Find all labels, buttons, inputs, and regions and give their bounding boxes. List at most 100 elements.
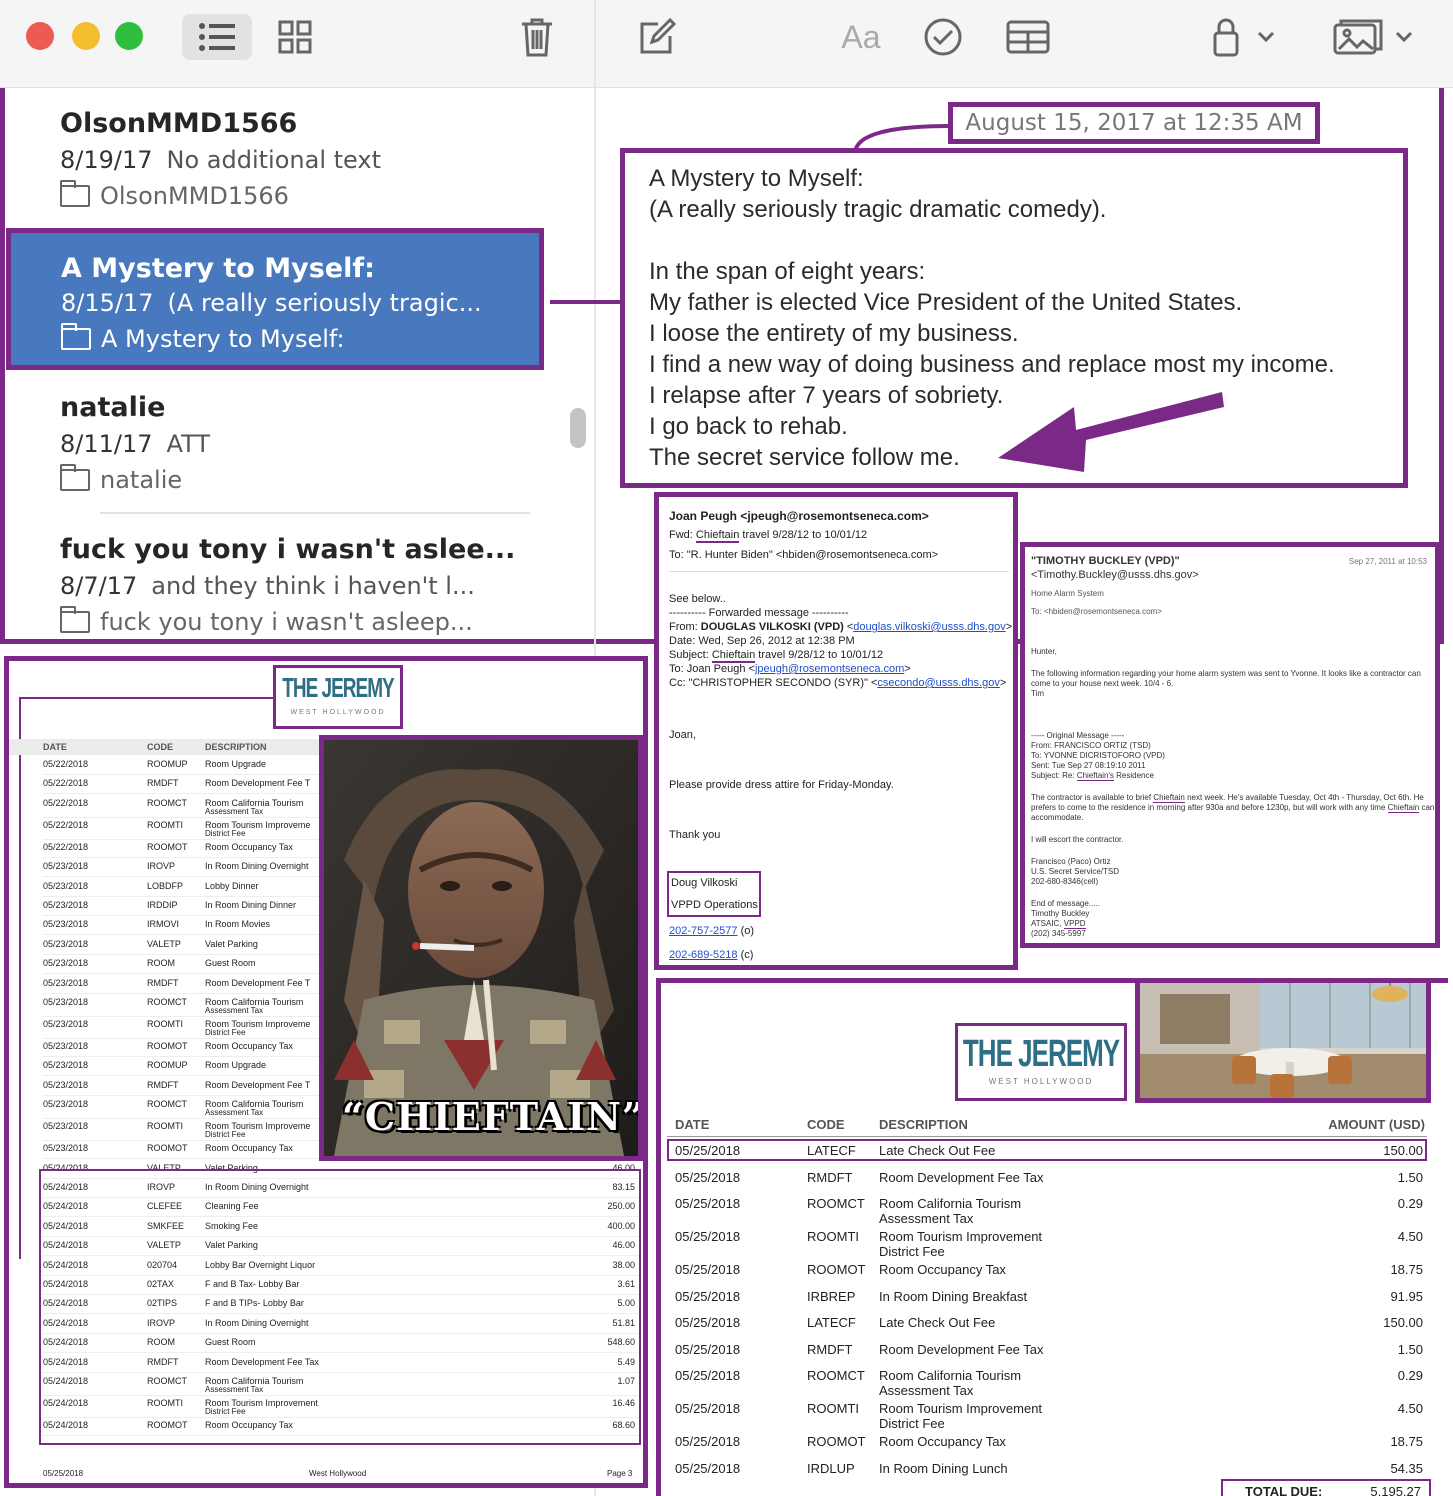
- cell-date: 05/25/2018: [675, 1169, 741, 1185]
- cell-description: Room Development Fee T: [205, 778, 311, 789]
- label: Subject: Re:: [1031, 771, 1075, 780]
- note-line: I loose the entirety of my business.: [649, 320, 1019, 347]
- cell-date: 05/25/2018: [675, 1341, 741, 1357]
- email-text: Sent: Tue Sep 27 08:19:10 2011: [1031, 761, 1146, 770]
- cell-amount: 18.75: [1390, 1262, 1423, 1277]
- email-text: Timothy Buckley: [1031, 909, 1090, 918]
- cell-code: ROOMUP: [147, 1060, 188, 1071]
- cell-code: IRBREP: [807, 1288, 856, 1304]
- cell-date: 05/22/2018: [43, 819, 89, 830]
- cell-description-sub: Assessment Tax: [879, 1383, 974, 1398]
- label: Cc: "CHRISTOPHER SECONDO (SYR)": [669, 677, 868, 689]
- fwd-to: To: Joan Peugh <jpeugh@rosemontseneca.co…: [669, 663, 911, 675]
- signature-title: VPPD Operations: [671, 899, 758, 911]
- cell-date: 05/25/2018: [675, 1434, 741, 1449]
- cell-description: Room Development Fee Tax: [879, 1341, 1044, 1357]
- cell-code: VALETP: [147, 938, 181, 949]
- cell-description: Room Occupancy Tax: [205, 1143, 293, 1154]
- cell-date: 05/22/2018: [43, 797, 89, 808]
- email-text: 202-680-8346(cell): [1031, 877, 1099, 886]
- note-line: My father is elected Vice President of t…: [649, 289, 1243, 316]
- highlight-box: [39, 1169, 641, 1445]
- cell-date: 05/23/2018: [43, 1019, 89, 1029]
- fwd-subject: Subject: Chieftain travel 9/28/12 to 10/…: [669, 649, 883, 663]
- cell-description: Room Occupancy Tax: [205, 1041, 293, 1051]
- total-label: TOTAL DUE:: [1245, 1484, 1323, 1496]
- phone-link[interactable]: 202-689-5218: [669, 949, 738, 961]
- header-code: CODE: [807, 1117, 845, 1132]
- chieftain-photo: “CHIEFTAIN”: [319, 735, 643, 1161]
- email-text: come to your house next week. 10/4 - 6.: [1031, 679, 1174, 688]
- email-text: ATSAIC, VPPD: [1031, 919, 1086, 929]
- phone-link[interactable]: 202-757-2577: [669, 925, 738, 937]
- vppd-highlight: VPPD: [1063, 919, 1086, 929]
- cell-code: RMDFT: [147, 1079, 179, 1090]
- email-text: U.S. Secret Service/TSD: [1031, 867, 1120, 876]
- hotel-room-photo: [1135, 983, 1431, 1103]
- cell-code: ROOMCT: [147, 1099, 187, 1110]
- pointer-arrow: [998, 392, 1224, 472]
- phone-suffix: (o): [740, 925, 755, 937]
- cell-description: Guest Room: [205, 958, 256, 969]
- cell-code: ROOMCT: [807, 1368, 865, 1383]
- chieftain-highlight: Chieftain's: [1076, 771, 1114, 781]
- note-line: A Mystery to Myself:: [649, 165, 864, 192]
- email-text: The following information regarding your…: [1031, 669, 1421, 678]
- email-link[interactable]: douglas.vilkoski@usss.dhs.gov: [853, 621, 1005, 633]
- email-text: Please provide dress attire for Friday-M…: [669, 779, 894, 791]
- cell-description: In Room Dining Overnight: [205, 861, 309, 872]
- cell-date: 05/23/2018: [43, 880, 89, 891]
- cell-code: LATECF: [807, 1315, 856, 1330]
- email-link[interactable]: jpeugh@rosemontseneca.com: [755, 663, 904, 675]
- cell-date: 05/25/2018: [675, 1196, 741, 1211]
- email-text: accommodate.: [1031, 813, 1084, 822]
- note-timestamp: August 15, 2017 at 12:35 AM: [948, 102, 1320, 144]
- cell-description-sub: Assessment Tax: [205, 1108, 264, 1118]
- cell-date: 05/23/2018: [43, 977, 89, 988]
- cell-date: 05/25/2018: [675, 1262, 741, 1277]
- hotel-logo: THE JEREMY WEST HOLLYWOOD: [273, 665, 403, 729]
- email-text: ----- Original Message -----: [1031, 731, 1125, 740]
- email-text: Subject: Re: Chieftain's Residence: [1031, 771, 1154, 781]
- highlight-box: [667, 1139, 1427, 1161]
- footer-city: West Hollywood: [309, 1469, 367, 1478]
- cell-description: Room Occupancy Tax: [879, 1262, 1006, 1277]
- email-text: Thank you: [669, 829, 721, 841]
- text: The contractor is available to brief: [1031, 793, 1152, 802]
- cell-date: 05/23/2018: [43, 919, 89, 930]
- total-box: TOTAL DUE: 5,195.27: [1221, 1479, 1431, 1496]
- cell-description: Room California Tourism: [879, 1368, 1022, 1383]
- room-illustration: [1140, 983, 1426, 1098]
- cell-amount: 4.50: [1397, 1401, 1423, 1416]
- header-code: CODE: [147, 742, 174, 752]
- label: Subject:: [669, 649, 709, 661]
- chieftain-highlight: Chieftain: [1387, 803, 1420, 813]
- cell-code: RMDFT: [147, 977, 179, 988]
- logo-subtitle: WEST HOLLYWOOD: [290, 708, 386, 716]
- fwd-prefix: Fwd:: [669, 529, 693, 541]
- cell-description: Room Upgrade: [205, 759, 267, 769]
- cell-description-sub: Assessment Tax: [879, 1211, 974, 1226]
- cell-date: 05/23/2018: [43, 1143, 89, 1154]
- hotel-logo: THE JEREMY WEST HOLLYWOOD: [955, 1023, 1127, 1101]
- cell-description: In Room Movies: [205, 919, 271, 930]
- email-text: The contractor is available to brief Chi…: [1031, 793, 1424, 803]
- hotel-invoice-final: THE JEREMY WEST HOLLYWOOD DATE CODE DESC…: [656, 978, 1448, 1496]
- logo-title: THE JEREMY: [962, 1031, 1120, 1075]
- cell-code: ROOMTI: [807, 1401, 859, 1416]
- email-subject: Fwd: Chieftain travel 9/28/12 to 10/01/1…: [669, 529, 867, 543]
- email-link[interactable]: csecondo@usss.dhs.gov: [877, 677, 999, 689]
- cell-date: 05/23/2018: [43, 938, 89, 949]
- email-text: End of message.....: [1031, 899, 1100, 908]
- cell-code: ROOMCT: [147, 997, 187, 1007]
- cell-code: ROOMTI: [807, 1229, 859, 1244]
- note-line: [649, 225, 1403, 256]
- cell-description: Valet Parking: [205, 938, 258, 949]
- cell-description: Room Development Fee T: [205, 1079, 311, 1090]
- cell-description-sub: District Fee: [879, 1244, 945, 1259]
- cell-date: 05/23/2018: [43, 900, 89, 910]
- phone-cell: 202-689-5218 (c): [669, 949, 753, 961]
- phone-suffix: (c): [740, 949, 754, 961]
- email-to: To: <hbiden@rosemontseneca.com>: [1031, 607, 1162, 616]
- cell-date: 05/25/2018: [675, 1460, 741, 1476]
